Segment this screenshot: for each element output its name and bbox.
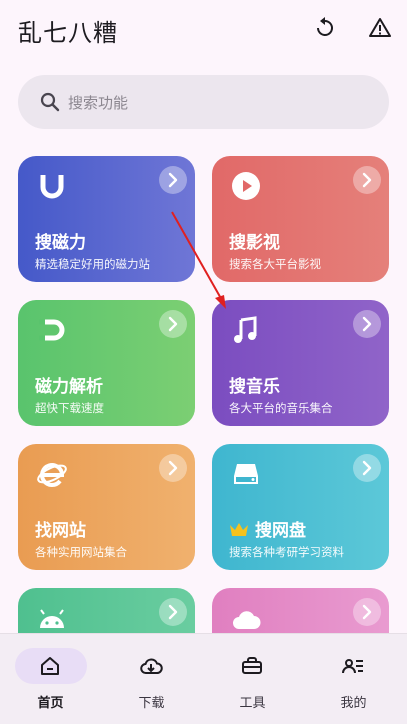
home-icon [38,654,62,678]
profile-list-icon [341,654,365,678]
cloud-download-icon [139,654,163,678]
nav-item-home[interactable]: 首页 [0,634,101,724]
nav-label: 工具 [239,696,266,711]
nav-item-download[interactable]: 下载 [101,634,202,724]
toolbox-icon [240,654,264,678]
bottom-navigation: 首页 下载 工具 我的 [0,633,407,724]
nav-label: 下载 [138,696,165,711]
nav-item-tools[interactable]: 工具 [202,634,303,724]
annotation-arrow [171,211,226,309]
feature-grid: 搜磁力 精选稳定好用的磁力站 搜影视 搜索各大平台影视 磁力解析 超快下载速度 … [0,0,407,724]
nav-label: 我的 [340,696,367,711]
nav-label: 首页 [37,696,64,711]
nav-item-profile[interactable]: 我的 [303,634,404,724]
